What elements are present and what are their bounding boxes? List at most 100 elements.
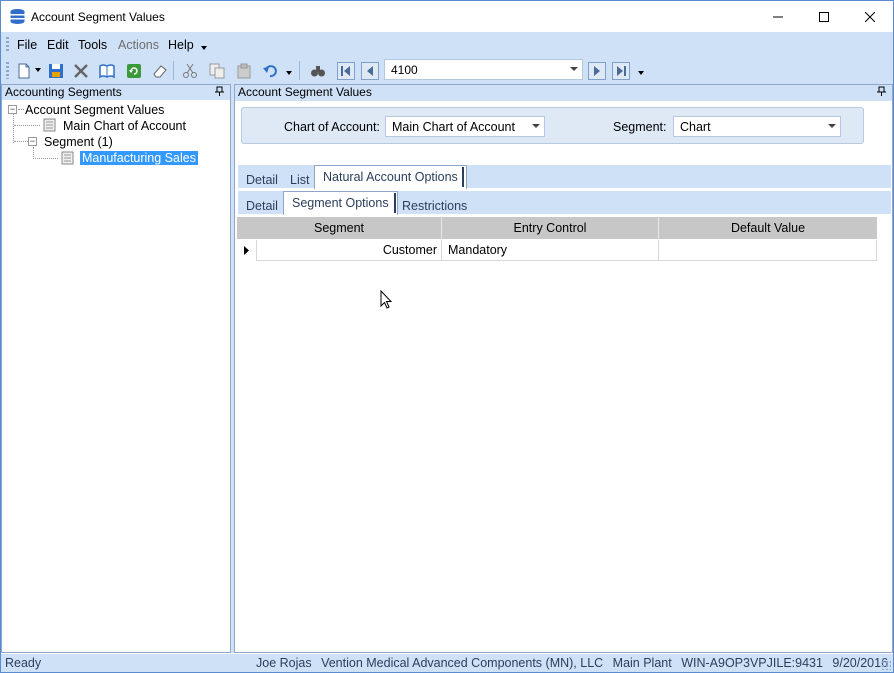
paste-icon [237,63,250,78]
status-date: 9/20/2016 [832,656,889,670]
last-record-icon [611,61,630,80]
previous-record-button[interactable] [359,60,380,81]
segment-label: Segment: [613,120,667,134]
column-header-default-value[interactable]: Default Value [659,217,877,239]
status-bar: Ready Joe Rojas Vention Medical Advanced… [1,654,893,672]
menu-help[interactable]: Help [168,38,194,52]
maximize-button[interactable] [801,1,847,32]
close-button[interactable] [847,1,893,32]
document-icon [61,151,74,165]
menu-file[interactable]: File [17,38,37,52]
tab-segment-options[interactable]: Segment Options [283,191,398,215]
first-record-icon [336,61,355,80]
tree-node-root[interactable]: Account Segment Values [25,103,164,117]
account-segment-values-panel: Account Segment Values Chart of Account:… [234,84,893,653]
status-user: Joe Rojas [256,656,312,670]
collapse-root-icon[interactable]: − [8,105,17,114]
save-button[interactable] [45,60,66,81]
save-icon [48,63,63,78]
minimize-button[interactable] [755,1,801,32]
menu-actions[interactable]: Actions [118,38,159,52]
current-row-arrow-icon [244,246,249,255]
close-icon [865,11,875,22]
chart-of-account-label: Chart of Account: [284,120,380,134]
cell-entry-control[interactable]: Mandatory [442,240,659,261]
column-header-entry-control[interactable]: Entry Control [442,217,659,239]
tab-detail-inner[interactable]: Detail [246,199,278,213]
eraser-icon [152,64,167,77]
toolbar-grip[interactable] [6,62,9,79]
pin-icon[interactable] [877,86,887,97]
left-panel-header: Accounting Segments [2,85,230,100]
find-icon [310,65,325,76]
last-record-button[interactable] [610,60,631,81]
toolbar-separator [299,61,300,80]
segment-value: Chart [680,120,711,134]
tree-node-segment[interactable]: Segment (1) [44,135,113,149]
record-selector-value: 4100 [391,63,418,77]
next-record-button[interactable] [586,60,607,81]
segment-combo[interactable]: Chart [673,116,841,137]
copy-button[interactable] [206,60,227,81]
tab-list[interactable]: List [290,173,309,187]
chevron-down-icon[interactable] [528,117,544,136]
tab-natural-account-options[interactable]: Natural Account Options [314,165,467,189]
record-selector[interactable]: 4100 [384,59,583,80]
tree-line [18,109,24,110]
status-company: Vention Medical Advanced Components (MN)… [321,656,604,670]
outer-tabstrip: Detail List Natural Account Options [238,165,891,189]
new-dropdown-icon[interactable] [35,68,41,73]
menu-overflow-icon[interactable] [201,45,207,51]
maximize-icon [819,11,829,22]
tab-restrictions[interactable]: Restrictions [402,199,467,213]
table-row[interactable]: Customer Mandatory [237,240,877,261]
book-button[interactable] [96,60,117,81]
tree-line [14,125,40,126]
app-icon [10,9,25,24]
tree-node-chart[interactable]: Main Chart of Account [63,119,186,133]
tab-detail[interactable]: Detail [246,173,278,187]
next-record-icon [587,61,606,80]
toolbar-overflow-icon[interactable] [638,71,644,76]
grid-header: Segment Entry Control Default Value [237,217,877,239]
menu-edit[interactable]: Edit [47,38,69,52]
pin-icon[interactable] [215,86,225,97]
previous-record-icon [360,61,379,80]
collapse-segment-icon[interactable]: − [28,137,37,146]
copy-icon [209,63,224,78]
menu-tools[interactable]: Tools [78,38,107,52]
undo-icon [262,64,277,77]
cut-button[interactable] [179,60,200,81]
resize-grip-icon[interactable] [881,660,891,670]
cell-default-value[interactable] [659,240,877,261]
right-panel-header: Account Segment Values [235,85,892,101]
toolbar-separator [173,61,174,80]
tree-node-value[interactable]: Manufacturing Sales [80,151,198,165]
title-bar: Account Segment Values [1,1,893,32]
status-info: Joe Rojas Vention Medical Advanced Compo… [256,656,894,670]
tab-divider [462,167,464,187]
paste-button[interactable] [233,60,254,81]
find-button[interactable] [307,60,328,81]
refresh-button[interactable] [123,60,144,81]
chevron-down-icon[interactable] [824,117,840,136]
menu-grip[interactable] [6,37,9,52]
first-record-button[interactable] [335,60,356,81]
undo-button[interactable] [259,60,280,81]
delete-button[interactable] [70,60,91,81]
new-icon [18,63,29,78]
minimize-icon [773,16,783,17]
eraser-button[interactable] [149,60,170,81]
chevron-down-icon[interactable] [566,60,582,79]
undo-dropdown-icon[interactable] [286,71,292,76]
column-header-segment[interactable]: Segment [237,217,442,239]
row-indicator[interactable] [237,240,257,261]
tree-line [14,141,28,142]
status-ready: Ready [5,656,42,670]
new-button[interactable] [13,60,34,81]
tree-line [13,109,14,143]
chart-of-account-combo[interactable]: Main Chart of Account [385,116,545,137]
document-icon [43,118,56,132]
book-icon [98,63,115,78]
cell-segment[interactable]: Customer [257,240,442,261]
